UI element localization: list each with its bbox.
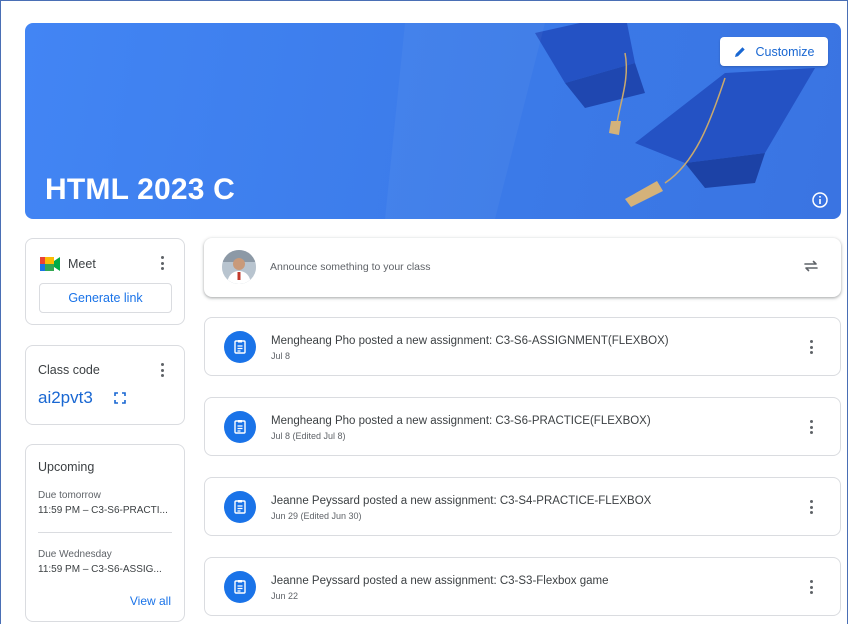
stream-post[interactable]: Mengheang Pho posted a new assignment: C… — [204, 317, 841, 376]
more-vert-icon[interactable] — [803, 338, 819, 356]
upcoming-item[interactable]: 11:59 PM – C3-S6-ASSIG... — [38, 564, 178, 575]
post-title: Jeanne Peyssard posted a new assignment:… — [271, 495, 652, 507]
generate-link-button[interactable]: Generate link — [39, 283, 172, 313]
upcoming-divider — [38, 532, 172, 533]
due-label: Due Wednesday — [38, 549, 112, 560]
post-date: Jun 22 — [271, 591, 299, 601]
post-date: Jul 8 (Edited Jul 8) — [271, 431, 346, 441]
class-banner: HTML 2023 C Customize — [25, 23, 841, 219]
more-vert-icon[interactable] — [803, 418, 819, 436]
class-code-value: ai2pvt3 — [38, 388, 93, 407]
repost-icon[interactable] — [802, 257, 820, 275]
assignment-icon — [224, 491, 256, 523]
assignment-icon — [224, 411, 256, 443]
announce-placeholder[interactable]: Announce something to your class — [270, 261, 431, 273]
more-vert-icon[interactable] — [803, 498, 819, 516]
due-label: Due tomorrow — [38, 490, 101, 501]
stream-post[interactable]: Jeanne Peyssard posted a new assignment:… — [204, 557, 841, 616]
upcoming-item[interactable]: 11:59 PM – C3-S6-PRACTI... — [38, 505, 178, 516]
class-code-card: Class code ai2pvt3 — [25, 345, 185, 425]
customize-button[interactable]: Customize — [720, 37, 828, 66]
class-code-more-vert-icon[interactable] — [154, 361, 170, 379]
assignment-icon — [224, 571, 256, 603]
post-date: Jul 8 — [271, 351, 291, 361]
meet-card: Meet Generate link — [25, 238, 185, 325]
class-code-label: Class code — [38, 363, 100, 377]
fullscreen-icon[interactable] — [114, 392, 126, 404]
announce-box[interactable]: Announce something to your class — [204, 238, 841, 297]
google-meet-icon — [40, 257, 60, 271]
post-title: Mengheang Pho posted a new assignment: C… — [271, 335, 669, 347]
pencil-icon — [735, 46, 746, 57]
avatar — [222, 250, 256, 284]
upcoming-title: Upcoming — [38, 460, 95, 474]
class-title: HTML 2023 C — [45, 173, 236, 206]
stream-post[interactable]: Jeanne Peyssard posted a new assignment:… — [204, 477, 841, 536]
assignment-icon — [224, 331, 256, 363]
upcoming-card: Upcoming Due tomorrow 11:59 PM – C3-S6-P… — [25, 444, 185, 622]
post-title: Mengheang Pho posted a new assignment: C… — [271, 415, 651, 427]
post-date: Jun 29 (Edited Jun 30) — [271, 511, 362, 521]
meet-more-vert-icon[interactable] — [154, 254, 170, 272]
stream-post[interactable]: Mengheang Pho posted a new assignment: C… — [204, 397, 841, 456]
meet-label: Meet — [68, 257, 96, 271]
info-icon[interactable] — [811, 191, 829, 209]
post-title: Jeanne Peyssard posted a new assignment:… — [271, 575, 609, 587]
view-all-link[interactable]: View all — [130, 594, 171, 608]
more-vert-icon[interactable] — [803, 578, 819, 596]
customize-label: Customize — [755, 44, 815, 59]
